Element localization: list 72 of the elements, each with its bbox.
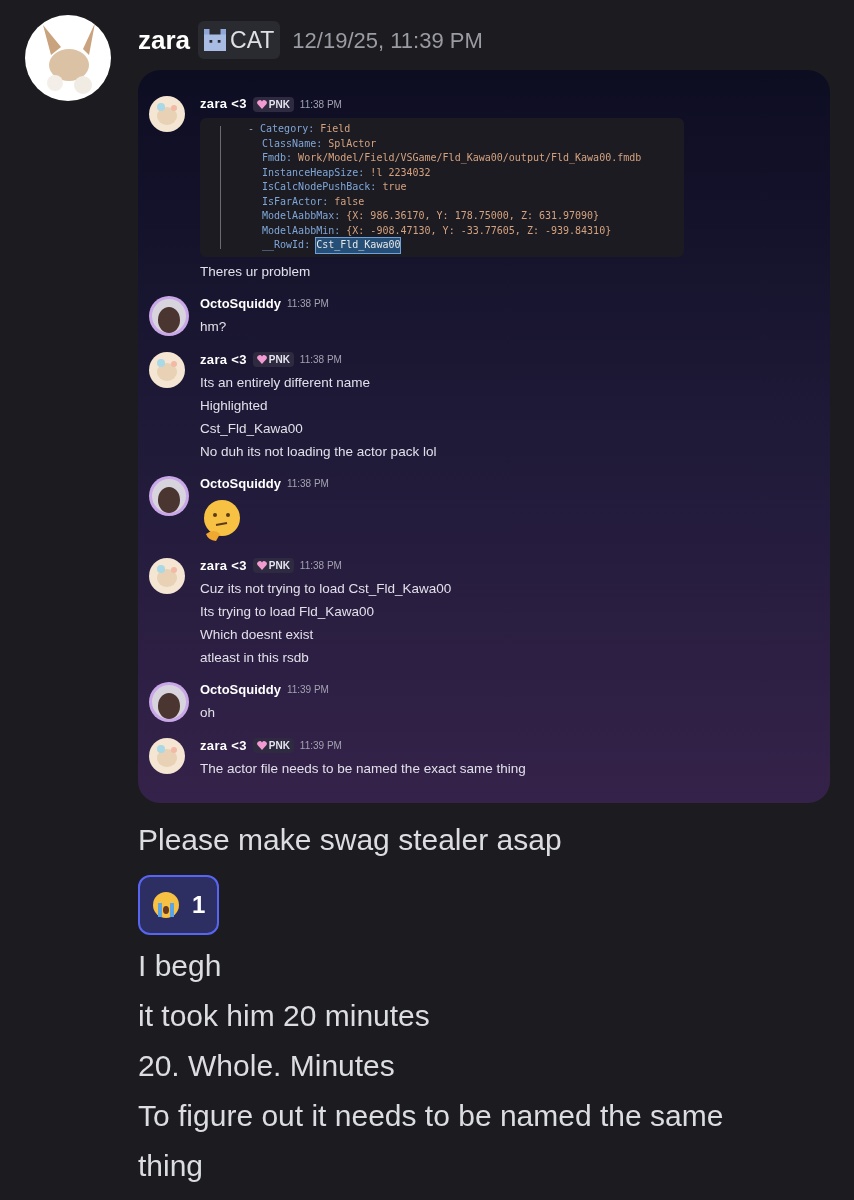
author-name[interactable]: zara <3 (200, 94, 247, 114)
avatar (149, 475, 189, 516)
message-text: No duh its not loading the actor pack lol (200, 442, 437, 460)
code-key: Category: (260, 122, 315, 137)
code-key: IsFarActor: (262, 194, 329, 209)
screenshot-attachment[interactable] (138, 70, 830, 803)
code-value: Cst_Fld_Kawa00 (316, 238, 401, 253)
message-text: it took him 20 minutes (138, 998, 431, 1034)
code-value: {X: -908.47130, Y: -33.77605, Z: -939.84310} (346, 223, 612, 238)
code-key: IsCalcNodePushBack: (262, 180, 377, 195)
avatar (149, 295, 189, 336)
reaction-button[interactable]: 1 (138, 875, 220, 935)
message-text: hm? (200, 317, 228, 335)
timestamp: 12/19/25, 11:39 PM (292, 26, 483, 55)
message-text: Theres ur problem (200, 262, 312, 280)
message-text: Which doesnt exist (200, 625, 315, 643)
code-value: !l 2234032 (370, 165, 431, 180)
heart-icon (256, 355, 267, 364)
author-name[interactable]: zara <3 (200, 555, 247, 576)
message-time: 11:38 PM (299, 559, 342, 573)
tag-label: CAT (230, 25, 275, 55)
message-text: To figure out it needs to be named the same thing (138, 1098, 725, 1184)
message-text: I begh (138, 948, 223, 984)
code-value: Work/Model/Field/VSGame/Fld_Kawa00/output/Fld_Kawa00.fmdb (298, 151, 642, 166)
message-time: 11:39 PM (299, 739, 342, 753)
avatar (149, 351, 185, 388)
tag-label: PNK (268, 739, 290, 753)
avatar (149, 681, 189, 722)
code-value: {X: 986.36170, Y: 178.75000, Z: 631.97090} (346, 209, 600, 223)
message-time: 11:38 PM (286, 297, 329, 311)
code-key: ClassName: (262, 136, 323, 151)
code-value: Field (320, 122, 351, 136)
code-value: SplActor (328, 136, 377, 151)
code-value: true (382, 180, 407, 194)
code-key: ModelAabbMax: (262, 209, 341, 224)
message-text: atleast in this rsdb (200, 648, 310, 666)
cat-icon (204, 29, 227, 51)
code-key: InstanceHeapSize: (262, 165, 365, 180)
code-bullet: - (248, 122, 255, 136)
author-name[interactable]: OctoSquiddy (200, 473, 281, 494)
message-text: Cuz its not trying to load Cst_Fld_Kawa00 (200, 579, 452, 597)
avatar (149, 557, 185, 594)
tag-label: PNK (268, 559, 290, 573)
message-time: 11:38 PM (299, 353, 342, 367)
code-key: Fmdb: (262, 151, 293, 166)
message-time: 11:39 PM (286, 683, 329, 697)
heart-icon (256, 99, 267, 109)
avatar (149, 737, 185, 774)
message-text: Its trying to load Fld_Kawa00 (200, 602, 376, 620)
author-name[interactable]: OctoSquiddy (200, 293, 281, 314)
message-text: The actor file needs to be named the exact same thing (200, 759, 526, 777)
code-key: __RowId: (262, 238, 311, 253)
code-value: false (334, 194, 365, 209)
message-text: oh (200, 703, 217, 721)
heart-icon (256, 561, 267, 570)
message-text: 20. Whole. Minutes (138, 1048, 396, 1084)
message-time: 11:38 PM (286, 477, 329, 491)
message-text: Cst_Fld_Kawa00 (200, 419, 304, 437)
heart-icon (256, 741, 267, 750)
author-name[interactable]: OctoSquiddy (200, 679, 281, 700)
message-text: Please make swag stealer asap (138, 822, 563, 858)
crying-emoji-icon (152, 891, 180, 919)
message-text: Its an entirely different name (200, 373, 372, 391)
message-time: 11:38 PM (299, 97, 342, 112)
tag-label: PNK (268, 353, 290, 367)
tag-label: PNK (268, 97, 290, 112)
avatar (149, 96, 185, 132)
author-name[interactable]: zara <3 (200, 349, 247, 370)
code-key: ModelAabbMin: (262, 223, 341, 238)
message-text: Highlighted (200, 396, 269, 414)
author-name[interactable]: zara <3 (200, 735, 247, 756)
username[interactable]: zara (138, 20, 191, 60)
